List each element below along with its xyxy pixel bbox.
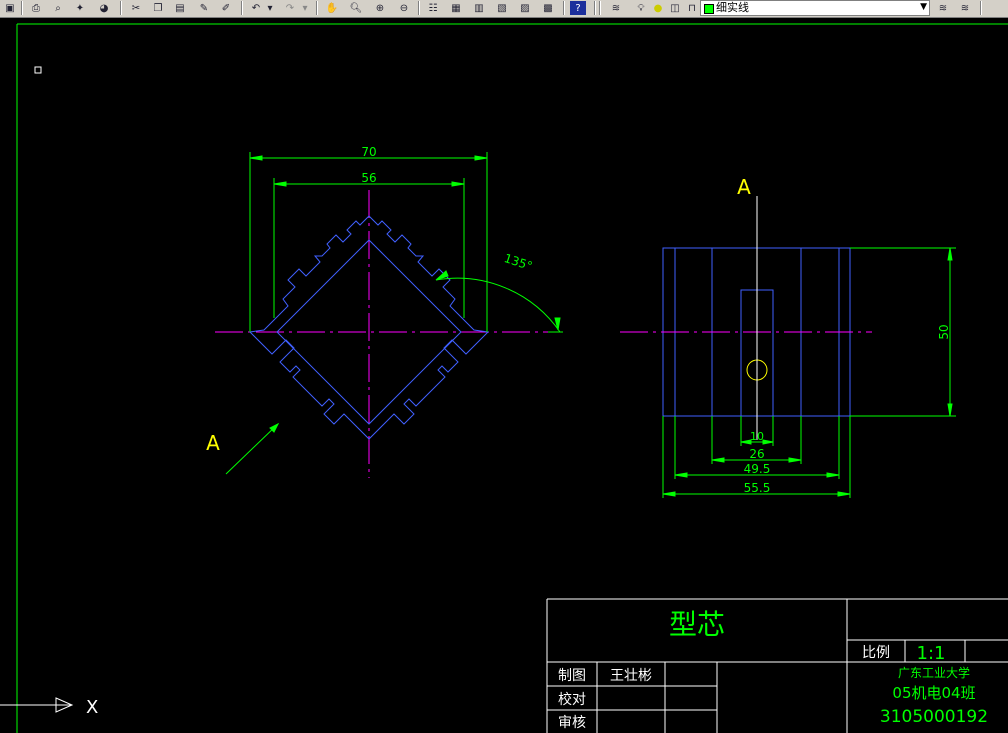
sheet-set-icon[interactable]: ▧ — [494, 1, 510, 15]
zoom-previous-icon[interactable]: ⊖ — [396, 1, 412, 15]
redo-icon[interactable]: ↷ — [282, 1, 298, 15]
toolbar-separator — [980, 1, 982, 15]
check-label: 校对 — [558, 691, 586, 708]
dimension-50-text: 50 — [937, 324, 951, 339]
help-icon[interactable]: ? — [570, 1, 586, 15]
calculator-icon[interactable]: ▩ — [540, 1, 556, 15]
zoom-window-icon[interactable]: ⊕ — [372, 1, 388, 15]
publish-icon[interactable]: ✦ — [72, 1, 88, 15]
dimension-70-text: 70 — [361, 145, 376, 159]
dimension-56-text: 56 — [361, 171, 376, 185]
block-editor-icon[interactable]: ✐ — [218, 1, 234, 15]
layer-viewport-icon[interactable]: ◫ — [668, 1, 682, 15]
undo-dropdown-icon[interactable]: ▾ — [265, 1, 275, 15]
front-view: 70 56 135° — [215, 145, 563, 478]
layer-previous-icon[interactable]: ≋ — [956, 1, 974, 15]
cut-icon[interactable]: ✂ — [128, 1, 144, 15]
zoom-realtime-icon[interactable]: 🔍︎ — [348, 1, 364, 15]
pan-icon[interactable]: ✋ — [324, 1, 340, 15]
scale-value: 1:1 — [917, 643, 946, 664]
dimension-55-5-text: 55.5 — [744, 481, 771, 495]
redo-dropdown-icon[interactable]: ▾ — [300, 1, 310, 15]
part-name: 型芯 — [669, 608, 725, 641]
layer-color-swatch — [704, 4, 714, 14]
make-object-layer-current-icon[interactable]: ≋ — [934, 1, 952, 15]
dimension-49-5-text: 49.5 — [744, 462, 771, 476]
copy-icon[interactable]: ❐ — [150, 1, 166, 15]
dimension-angle-text: 135° — [502, 251, 534, 273]
drawn-label: 制图 — [558, 668, 586, 684]
view-direction-arrow — [225, 422, 280, 475]
toolbar-grip — [599, 1, 601, 15]
plot-preview-icon[interactable]: ⌕ — [50, 1, 66, 15]
3d-dwf-icon[interactable]: ◕ — [96, 1, 112, 15]
chevron-down-icon[interactable]: ▼ — [920, 2, 927, 12]
toolbar-separator — [120, 1, 122, 15]
layer-name: 细实线 — [716, 1, 749, 14]
paste-icon[interactable]: ▤ — [172, 1, 188, 15]
layer-manager-icon[interactable]: ≋ — [608, 1, 624, 15]
ucs-icon — [0, 697, 74, 713]
toolbar-separator — [418, 1, 420, 15]
toolbar-separator — [563, 1, 565, 15]
scale-label: 比例 — [862, 645, 890, 661]
dimension-angle — [435, 270, 563, 333]
toolbar-separator — [316, 1, 318, 15]
class-name: 05机电04班 — [892, 684, 975, 702]
side-view: 50 10 26 49.5 55.5 — [620, 196, 956, 498]
toolbar-separator — [594, 1, 596, 15]
dimension-10-text: 10 — [750, 430, 764, 443]
undo-icon[interactable]: ↶ — [248, 1, 264, 15]
toolbar-separator — [21, 1, 23, 15]
view-label-a-right: A — [737, 175, 751, 199]
student-id: 3105000192 — [880, 707, 988, 727]
standard-toolbar: ▣ ⎙ ⌕ ✦ ◕ ✂ ❐ ▤ ✎ ✐ ↶ ▾ ↷ ▾ ✋ 🔍︎ ⊕ ⊖ ☷ ▦… — [0, 0, 1008, 18]
view-label-a-left: A — [206, 431, 220, 455]
design-center-icon[interactable]: ▦ — [448, 1, 464, 15]
ucs-x-label: X — [86, 697, 98, 718]
layer-lock-icon[interactable]: ⊓ — [685, 1, 699, 15]
layer-dropdown[interactable]: 细实线 ▼ — [700, 0, 930, 16]
plot-icon[interactable]: ⎙ — [28, 1, 44, 15]
match-properties-icon[interactable]: ✎ — [196, 1, 212, 15]
layer-freeze-sun-icon[interactable]: ● — [651, 1, 665, 15]
dimension-26-text: 26 — [749, 447, 764, 461]
layer-on-bulb-icon[interactable]: 💡︎ — [634, 1, 648, 15]
model-space-canvas[interactable]: 70 56 135° A 50 10 26 49.5 55.5 A X 型芯 比… — [0, 18, 1008, 733]
pick-box — [34, 66, 42, 74]
tool-palettes-icon[interactable]: ▥ — [471, 1, 487, 15]
markup-icon[interactable]: ▨ — [517, 1, 533, 15]
drawn-by: 王壮彬 — [610, 668, 652, 684]
save-icon[interactable]: ▣ — [2, 1, 18, 15]
review-label: 审核 — [558, 715, 586, 731]
school-name: 广东工业大学 — [898, 665, 970, 680]
toolbar-separator — [241, 1, 243, 15]
properties-icon[interactable]: ☷ — [425, 1, 441, 15]
drawing-frame — [16, 23, 1008, 733]
